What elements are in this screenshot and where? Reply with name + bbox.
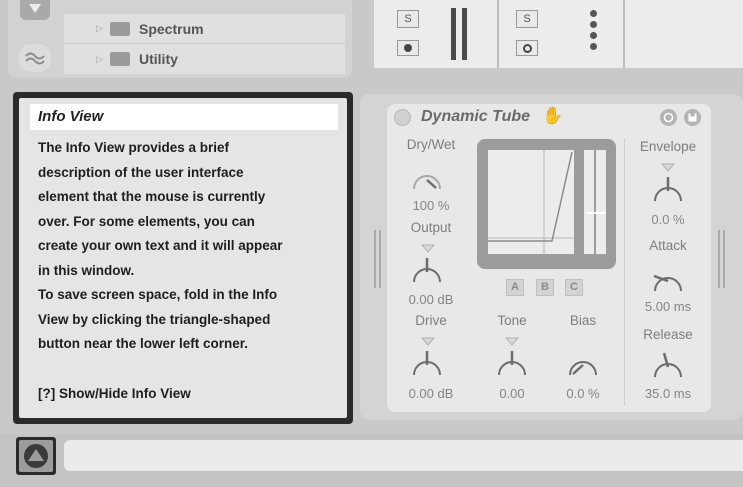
info-view-text: The Info View provides a brief descripti… [38, 136, 343, 357]
right-drag-handle[interactable] [718, 230, 720, 288]
curve-screen [488, 150, 574, 254]
info-text-line: in this window. [38, 262, 135, 278]
release-value: 35.0 ms [644, 386, 692, 401]
plugin-browser-button[interactable] [19, 44, 51, 72]
info-view-title: Info View [30, 104, 338, 130]
release-knob[interactable] [645, 344, 691, 384]
transfer-curve [488, 150, 574, 254]
mixer-strip [374, 0, 743, 68]
drive-label: Drive [415, 313, 447, 328]
info-toggle-face [19, 440, 53, 472]
folder-icon [110, 52, 130, 66]
arm-button[interactable] [516, 40, 538, 56]
swap-icon [663, 112, 674, 123]
bias-knob[interactable] [560, 342, 606, 382]
info-text-line: To save screen space, fold in the Info [38, 287, 278, 302]
clock-icon [522, 43, 532, 53]
bias-label: Bias [569, 313, 597, 328]
tone-value: 0.00 [499, 386, 525, 401]
dry-wet-value: 100 % [412, 198, 450, 213]
drive-value: 0.00 dB [408, 386, 454, 401]
envelope-knob[interactable] [645, 168, 691, 208]
chain-dot [590, 21, 597, 28]
device-title: Dynamic Tube [421, 108, 531, 125]
info-view-shortcut: [?] Show/Hide Info View [38, 386, 191, 401]
info-text-line: button near the lower left corner. [38, 336, 249, 351]
output-value: 0.00 dB [408, 292, 454, 307]
info-text-line: description of the user interface [38, 164, 244, 180]
info-text-line: element that the mouse is currently [38, 189, 266, 204]
browser-item-utility[interactable]: ▷ Utility [64, 44, 345, 74]
right-drag-handle[interactable] [723, 230, 725, 288]
hand-icon[interactable]: ✋ [542, 106, 563, 126]
mixer-divider [497, 0, 499, 68]
input-meter [584, 150, 594, 254]
wave-icon [25, 52, 45, 65]
chevron-down-icon [29, 4, 41, 13]
tone-knob[interactable] [489, 342, 535, 382]
status-text-area [64, 440, 743, 471]
dry-wet-knob[interactable] [404, 158, 450, 198]
attack-value: 5.00 ms [644, 299, 692, 314]
chain-dot [590, 43, 597, 50]
envelope-value: 0.0 % [651, 212, 685, 227]
info-view-toggle-button[interactable] [16, 437, 56, 475]
tube-c-button[interactable]: C [565, 279, 583, 296]
mixer-divider [623, 0, 625, 68]
triangle-up-icon [24, 444, 48, 468]
hot-swap-button[interactable] [660, 109, 677, 126]
tube-a-button[interactable]: A [506, 279, 524, 296]
arm-button[interactable] [397, 40, 419, 56]
release-label: Release [643, 327, 693, 342]
left-drag-handle[interactable] [379, 230, 381, 288]
output-label: Output [410, 220, 452, 235]
attack-label: Attack [649, 238, 687, 253]
expand-triangle-icon[interactable]: ▷ [96, 23, 110, 34]
drive-knob[interactable] [404, 342, 450, 382]
left-drag-handle[interactable] [374, 230, 376, 288]
browser-toggle-button[interactable] [20, 0, 50, 20]
attack-knob[interactable] [645, 258, 691, 298]
chain-dot [590, 32, 597, 39]
meter-level-marker [586, 212, 606, 214]
tone-label: Tone [497, 313, 527, 328]
browser-item-label: Utility [139, 51, 178, 67]
envelope-divider [624, 138, 625, 406]
info-text-line: over. For some elements, you can [38, 213, 255, 229]
folder-icon [110, 21, 130, 36]
browser-list: ▷ Spectrum ▷ Utility [64, 14, 345, 74]
envelope-label: Envelope [639, 139, 697, 154]
output-knob[interactable] [404, 249, 450, 289]
output-meter [596, 150, 606, 254]
level-meter [451, 8, 456, 60]
info-text-line: View by clicking the triangle-shaped [38, 311, 271, 327]
bias-value: 0.0 % [566, 386, 600, 401]
dry-wet-label: Dry/Wet [406, 137, 456, 152]
expand-triangle-icon[interactable]: ▷ [96, 54, 110, 65]
solo-button[interactable]: S [516, 10, 538, 28]
browser-item-label: Spectrum [139, 20, 204, 37]
info-text-line: The Info View provides a brief [38, 140, 230, 155]
tube-b-button[interactable]: B [536, 279, 554, 296]
level-meter [462, 8, 467, 60]
browser-item-spectrum[interactable]: ▷ Spectrum [64, 14, 345, 44]
record-dot-icon [404, 44, 412, 52]
device-power-button[interactable] [394, 109, 411, 126]
info-text-line: create your own text and it will appear [38, 238, 283, 253]
chain-dot [590, 10, 597, 17]
save-preset-button[interactable] [684, 109, 701, 126]
save-icon [688, 113, 697, 122]
solo-button[interactable]: S [397, 10, 419, 28]
